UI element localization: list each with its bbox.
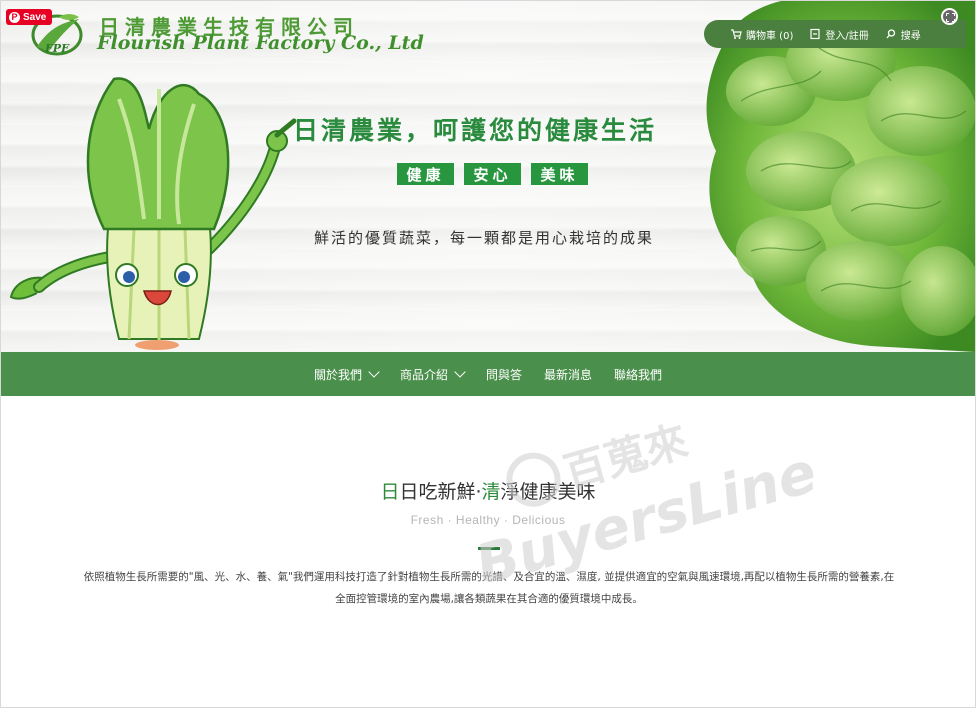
- logo-text: FPF: [44, 42, 70, 55]
- hero-tag-tasty: 美味: [531, 163, 588, 185]
- login-icon: [810, 28, 820, 40]
- nav-item-label: 聯絡我們: [614, 367, 663, 382]
- pinterest-save-button[interactable]: P Save: [6, 9, 53, 25]
- login-label: 登入/註冊: [825, 30, 869, 42]
- hero-tag-safe: 安心: [464, 163, 521, 185]
- search-icon: [886, 29, 895, 39]
- nav-item-contact[interactable]: 聯絡我們: [614, 366, 662, 383]
- hero-subline: 鮮活的優質蔬菜，每一顆都是用心栽培的成果: [314, 229, 655, 247]
- nav-item-label: 問與答: [485, 367, 522, 382]
- pinterest-save-label: Save: [23, 11, 47, 23]
- title-text: 淨健康美味: [500, 481, 596, 503]
- main-nav: 關於我們 商品介紹 問與答 最新消息 聯絡我們: [1, 352, 975, 396]
- search-label: 搜尋: [900, 30, 921, 42]
- lettuce-mascot-illustration: [9, 77, 297, 350]
- nav-item-news[interactable]: 最新消息: [544, 366, 592, 383]
- hero-headline: 日清農業，呵護您的健康生活: [293, 116, 658, 145]
- title-text: 日吃新鮮‧: [399, 481, 482, 503]
- title-accent: 清: [481, 481, 501, 503]
- lettuce-photo: [706, 1, 975, 352]
- section-subtitle: Fresh · Healthy · Delicious: [410, 513, 566, 527]
- hero-tag-group: 健康 安心 美味: [397, 163, 588, 185]
- nav-item-label: 關於我們: [313, 367, 362, 382]
- nav-item-label: 最新消息: [544, 367, 593, 382]
- hero-tag-healthy: 健康: [397, 163, 454, 185]
- nav-item-label: 商品介紹: [399, 367, 448, 382]
- cart-link[interactable]: 購物車 (0): [730, 27, 793, 42]
- top-utility-bar: 購物車 (0) 登入/註冊 搜尋: [704, 20, 966, 48]
- login-link[interactable]: 登入/註冊: [809, 27, 869, 42]
- section-paragraph: 依照植物生長所需要的"風、光、水、養、氣"我們運用科技打造了針對植物生長所需的光…: [83, 571, 895, 605]
- cart-icon: [731, 29, 742, 39]
- cart-label: 購物車 (0): [746, 30, 794, 42]
- title-accent: 日: [380, 481, 400, 503]
- chevron-down-icon: [368, 366, 380, 378]
- page-frame: P Save FPF 日清農業生技有限公司 Flourish Plant Fac…: [0, 0, 976, 708]
- search-link[interactable]: 搜尋: [885, 27, 921, 42]
- hero-banner: P Save FPF 日清農業生技有限公司 Flourish Plant Fac…: [1, 1, 975, 352]
- section-title: 日日吃新鮮‧清淨健康美味: [1, 477, 975, 504]
- fullscreen-icon[interactable]: [941, 8, 958, 25]
- brand-name-en: Flourish Plant Factory Co., Ltd: [97, 32, 424, 54]
- nav-item-faq[interactable]: 問與答: [486, 366, 522, 383]
- section-divider: [478, 547, 500, 550]
- nav-item-about[interactable]: 關於我們: [313, 366, 380, 383]
- pinterest-icon: P: [9, 11, 20, 23]
- watermark-en: BuyersLine: [469, 440, 824, 581]
- nav-item-products[interactable]: 商品介紹: [399, 366, 466, 383]
- chevron-down-icon: [454, 366, 466, 378]
